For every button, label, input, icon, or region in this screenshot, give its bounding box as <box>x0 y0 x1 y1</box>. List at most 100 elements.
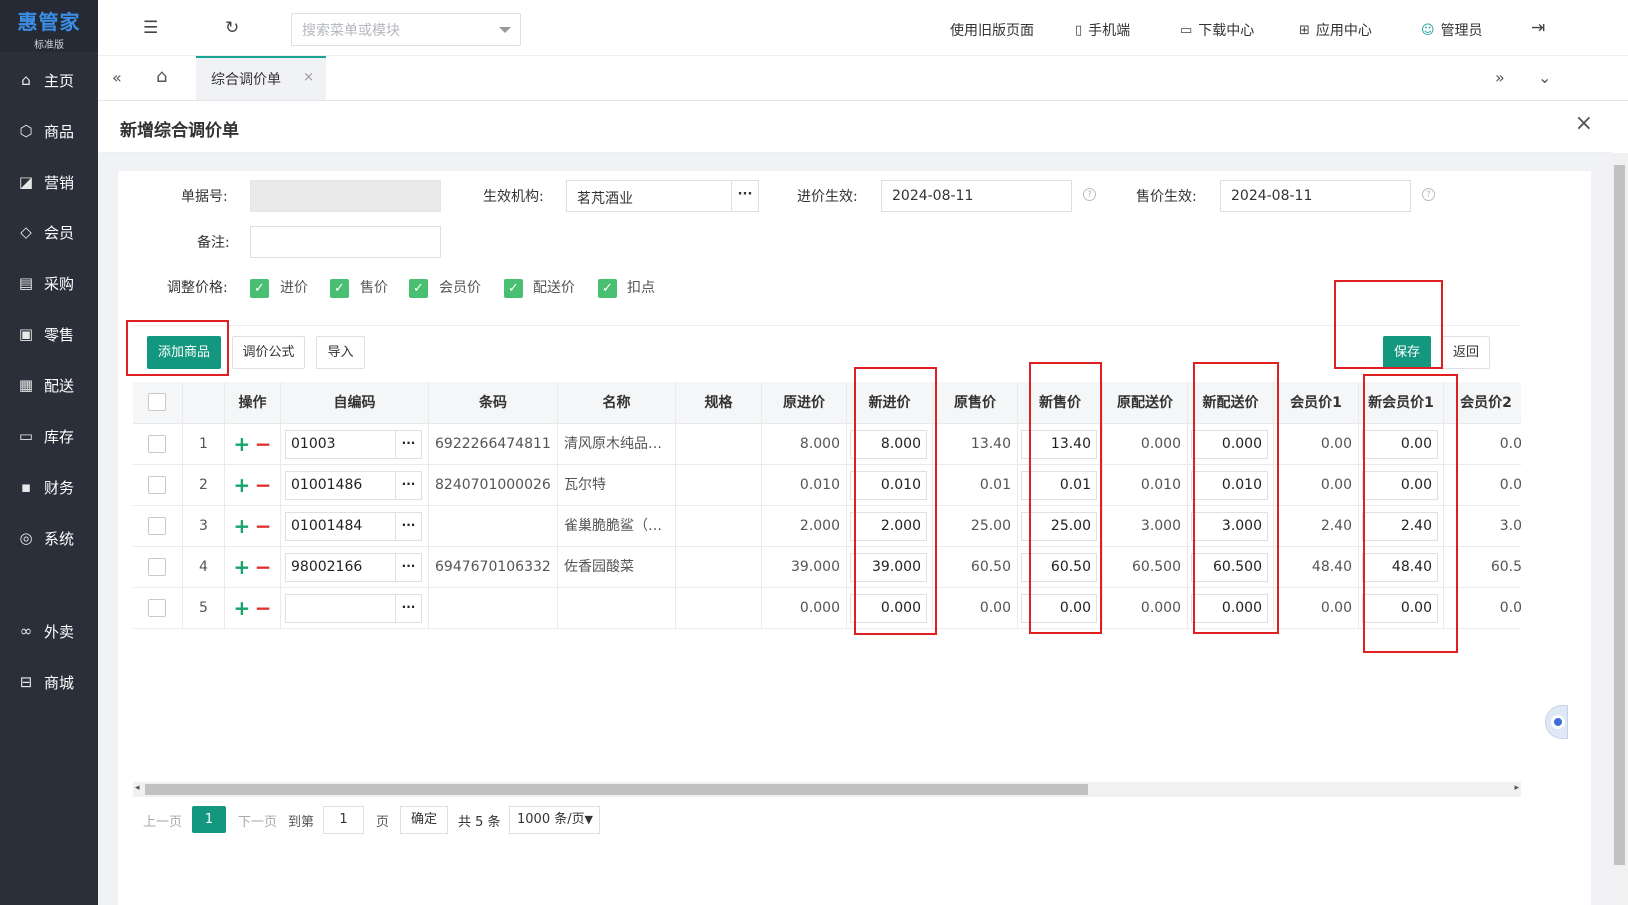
code-input[interactable]: 01001486 ··· <box>285 471 422 500</box>
logout-icon[interactable]: ⇥ <box>1531 18 1545 38</box>
row-checkbox[interactable] <box>148 558 166 576</box>
add-row-icon[interactable]: + <box>234 555 251 579</box>
sidebar-item-system[interactable]: ◎ 系统 <box>0 518 98 558</box>
more-icon[interactable]: ··· <box>395 431 421 458</box>
remark-field[interactable] <box>250 226 441 258</box>
barcode-cell: 6947670106332 <box>429 547 558 588</box>
sidebar-item-stock[interactable]: ▭ 库存 <box>0 416 98 456</box>
org-field[interactable]: 茗芃酒业 ··· <box>566 180 759 212</box>
sidebar-item-goods[interactable]: ⬡ 商品 <box>0 111 98 151</box>
code-input[interactable]: ··· <box>285 594 422 623</box>
scrollbar-thumb[interactable] <box>145 784 1088 795</box>
horizontal-scrollbar[interactable]: ◂ ▸ <box>133 782 1521 797</box>
row-checkbox[interactable] <box>148 476 166 494</box>
close-icon[interactable]: × <box>1575 111 1593 136</box>
old-version-link[interactable]: 使用旧版页面 <box>950 20 1034 40</box>
scroll-right-arrow-icon[interactable]: ▸ <box>1514 783 1519 793</box>
more-icon[interactable]: ··· <box>395 472 421 499</box>
sidebar-item-retail[interactable]: ▣ 零售 <box>0 314 98 354</box>
mobile-link[interactable]: ▯ 手机端 <box>1075 20 1130 40</box>
scrollbar-thumb[interactable] <box>1614 165 1625 865</box>
help-icon[interactable]: ? <box>1422 188 1435 201</box>
sidebar-item-label: 库存 <box>44 427 75 446</box>
sale-effect-date[interactable]: 2024-08-11 <box>1220 180 1411 212</box>
price-formula-button[interactable]: 调价公式 <box>232 336 305 369</box>
edition-label: 标准版 <box>34 40 64 51</box>
logo: 惠管家 标准版 <box>0 0 98 52</box>
highlight-new-member-price <box>1363 374 1458 653</box>
purchase-effect-date[interactable]: 2024-08-11 <box>881 180 1072 212</box>
header-old-dist: 原配送价 <box>1103 382 1188 424</box>
pager-next[interactable]: 下一页 <box>238 811 277 830</box>
old-dist-cell: 60.500 <box>1103 547 1188 588</box>
menu-fold-icon[interactable]: ☰ <box>143 18 158 38</box>
row-actions: + − <box>225 424 281 465</box>
app-center-label: 应用中心 <box>1315 23 1372 39</box>
checkbox-purchase-price[interactable]: ✓ <box>250 279 269 298</box>
code-input[interactable]: 01003 ··· <box>285 430 422 459</box>
pager-prev[interactable]: 上一页 <box>143 811 182 830</box>
home-tab-icon[interactable]: ⌂ <box>156 66 167 87</box>
add-row-icon[interactable]: + <box>234 514 251 538</box>
row-checkbox[interactable] <box>148 517 166 535</box>
scroll-left-arrow-icon[interactable]: ◂ <box>135 783 140 793</box>
sidebar-item-mall[interactable]: ⊟ 商城 <box>0 662 98 702</box>
app-center-link[interactable]: ⊞ 应用中心 <box>1299 20 1372 40</box>
spec-cell <box>676 506 762 547</box>
select-all-checkbox[interactable] <box>148 393 166 411</box>
add-row-icon[interactable]: + <box>234 473 251 497</box>
add-row-icon[interactable]: + <box>234 432 251 456</box>
more-icon[interactable]: ··· <box>395 595 421 622</box>
help-icon[interactable]: ? <box>1083 188 1096 201</box>
checkbox-member-price[interactable]: ✓ <box>409 279 428 298</box>
download-center-link[interactable]: ▭ 下载中心 <box>1180 20 1254 40</box>
more-icon[interactable]: ··· <box>395 554 421 581</box>
apps-icon: ⊞ <box>1299 22 1310 38</box>
remove-row-icon[interactable]: − <box>255 555 272 579</box>
pager-goto-input[interactable]: 1 <box>323 806 364 834</box>
more-icon[interactable]: ··· <box>395 513 421 540</box>
remove-row-icon[interactable]: − <box>255 514 272 538</box>
sidebar-item-takeout[interactable]: ∞ 外卖 <box>0 611 98 651</box>
sidebar-item-marketing[interactable]: ◪ 营销 <box>0 162 98 202</box>
tabs-scroll-right-icon[interactable]: » <box>1495 68 1505 87</box>
old-dist-cell: 0.010 <box>1103 465 1188 506</box>
checkbox-sale-price[interactable]: ✓ <box>330 279 349 298</box>
pager-current-page[interactable]: 1 <box>192 806 226 833</box>
checkbox-deduction[interactable]: ✓ <box>598 279 617 298</box>
more-icon[interactable]: ··· <box>731 181 758 211</box>
pager-size-select[interactable]: 1000 条/页 ▼ <box>509 806 600 834</box>
header-mem1: 会员价1 <box>1274 382 1359 424</box>
back-button[interactable]: 返回 <box>1442 336 1490 369</box>
pager-page-unit: 页 <box>376 815 390 830</box>
remove-row-icon[interactable]: − <box>255 432 272 456</box>
close-icon[interactable]: × <box>303 70 314 85</box>
code-input[interactable]: 01001484 ··· <box>285 512 422 541</box>
sidebar-item-finance[interactable]: ▪ 财务 <box>0 467 98 507</box>
sidebar-item-home[interactable]: ⌂ 主页 <box>0 60 98 100</box>
pager-confirm-button[interactable]: 确定 <box>400 806 448 834</box>
search-input[interactable]: 搜索菜单或模块 <box>291 13 521 46</box>
checkbox-distribution-price[interactable]: ✓ <box>504 279 523 298</box>
remove-row-icon[interactable]: − <box>255 473 272 497</box>
sidebar-item-member[interactable]: ◇ 会员 <box>0 212 98 252</box>
tabs-dropdown-icon[interactable]: ⌄ <box>1538 68 1551 87</box>
row-checkbox[interactable] <box>148 435 166 453</box>
tab-price-adjust[interactable]: 综合调价单 × <box>196 56 326 100</box>
add-row-icon[interactable]: + <box>234 596 251 620</box>
barcode-cell: 8240701000026 <box>429 465 558 506</box>
row-checkbox[interactable] <box>148 599 166 617</box>
import-button[interactable]: 导入 <box>316 336 365 369</box>
old-version-label: 使用旧版页面 <box>950 23 1034 39</box>
vertical-scrollbar[interactable] <box>1611 153 1628 905</box>
sidebar-item-delivery[interactable]: ▦ 配送 <box>0 365 98 405</box>
sidebar-item-purchase[interactable]: ▤ 采购 <box>0 263 98 303</box>
tabs-scroll-left-icon[interactable]: « <box>112 68 122 87</box>
truck-icon: ▦ <box>18 376 34 394</box>
refresh-icon[interactable]: ↻ <box>225 18 239 38</box>
user-menu[interactable]: ☺ 管理员 <box>1421 20 1483 40</box>
page-header: 新增综合调价单 × <box>98 101 1611 153</box>
remove-row-icon[interactable]: − <box>255 596 272 620</box>
code-input[interactable]: 98002166 ··· <box>285 553 422 582</box>
highlight-save <box>1334 280 1443 369</box>
